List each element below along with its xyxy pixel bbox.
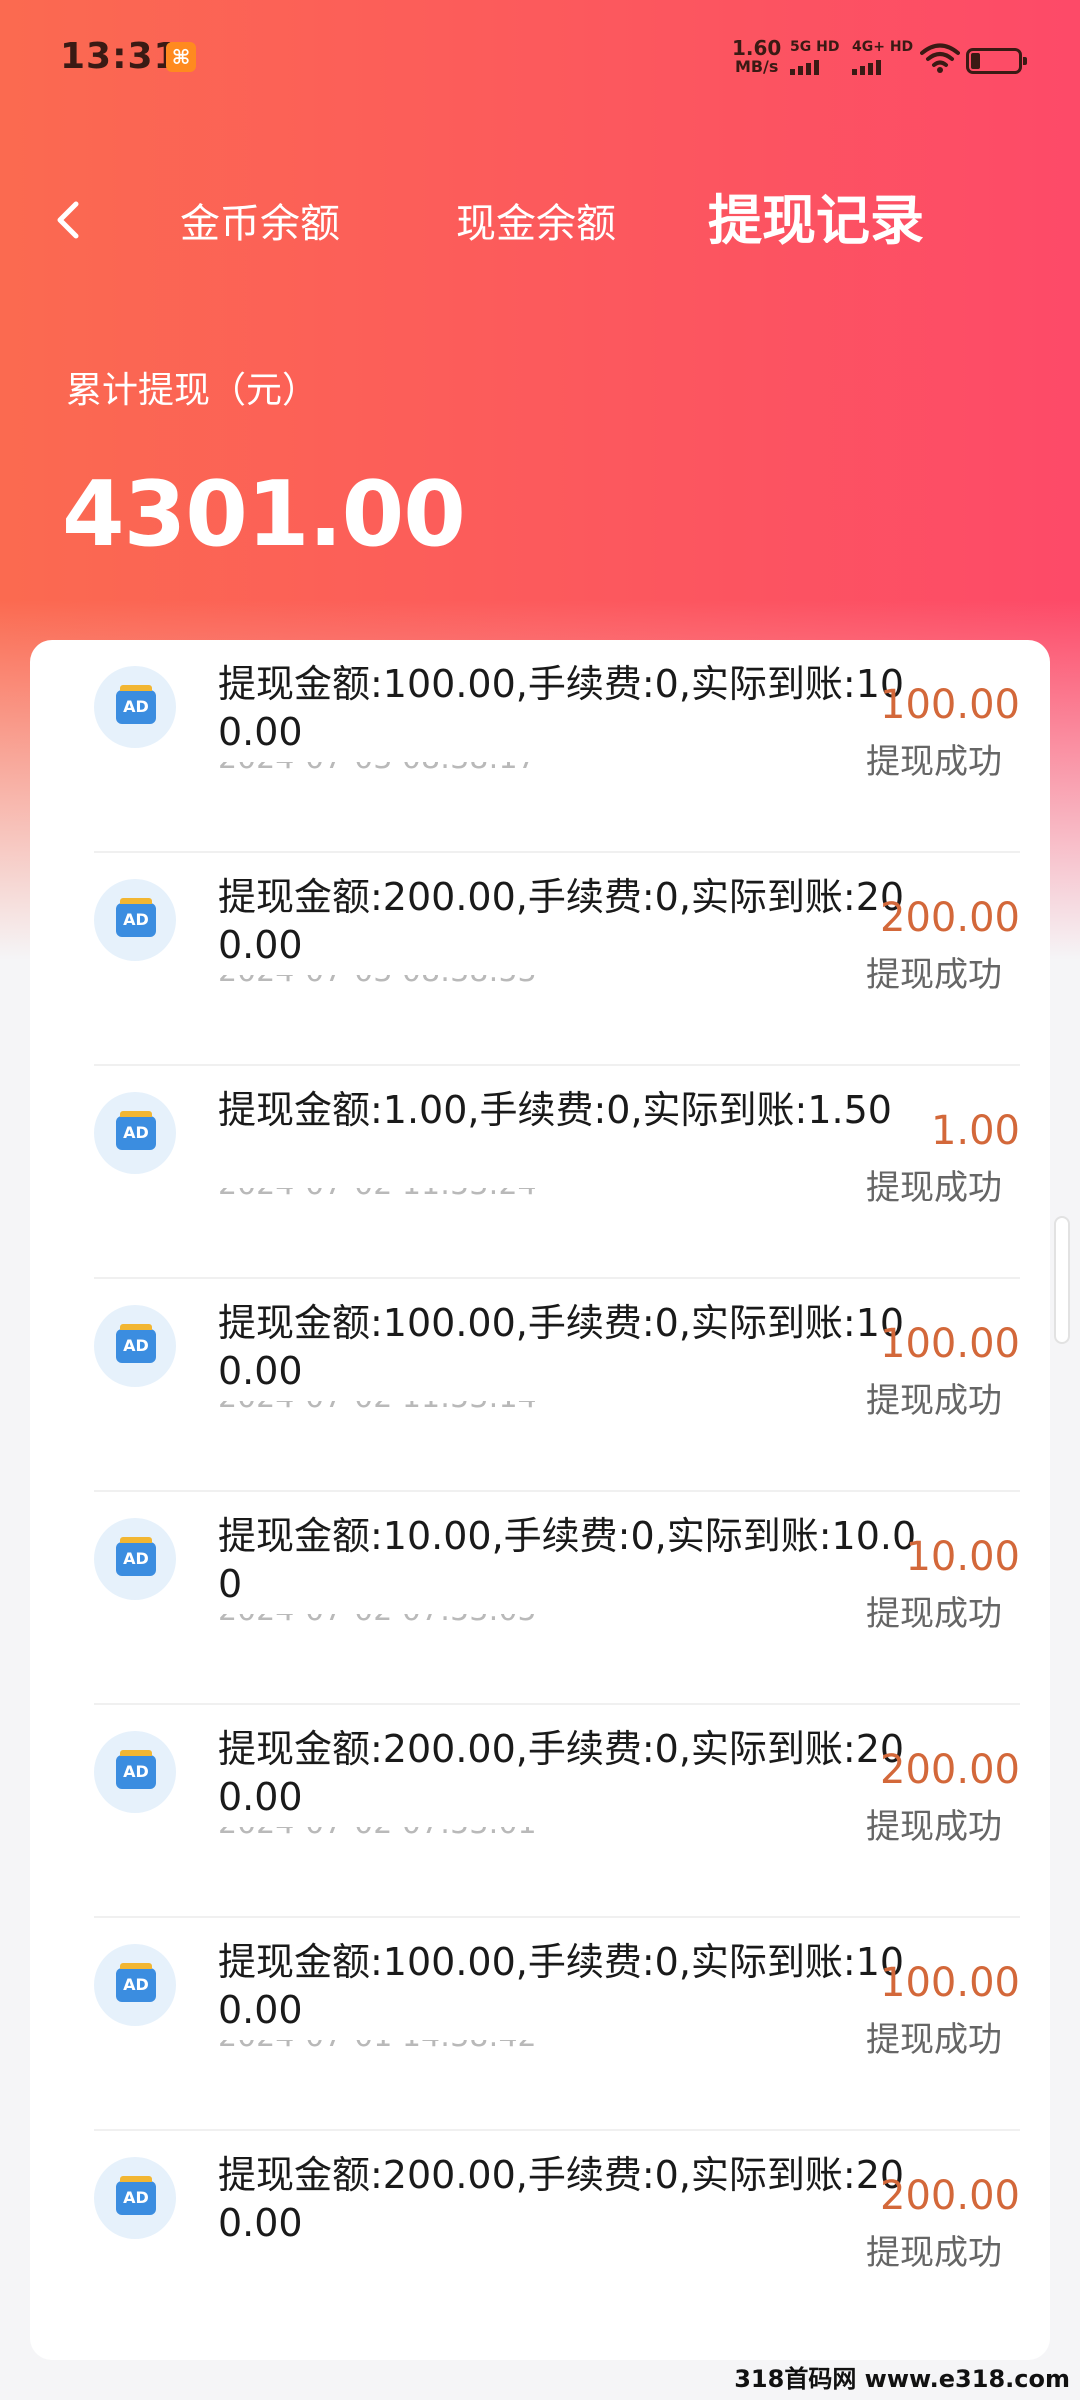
tab-cash-balance[interactable]: 现金余额 <box>456 196 616 252</box>
record-status: 提现成功 <box>866 1381 1002 1421</box>
ad-badge: AD <box>116 898 156 937</box>
record-amount: 10.00 <box>905 1534 1020 1580</box>
record-time-text: 2024-07-02 11:53:24 <box>218 1188 537 1198</box>
network-speed: 1.60 MB/s <box>732 38 781 76</box>
app-notification-icon: ⌘ <box>166 42 196 72</box>
record-time-text: 2024-07-03 08:38:17 <box>218 762 537 772</box>
total-withdrawn-value: 4301.00 <box>62 462 466 567</box>
back-button[interactable] <box>40 190 100 250</box>
ad-icon: AD <box>94 2157 176 2239</box>
record-description: 提现金额:100.00,手续费:0,实际到账:100.00 <box>218 662 905 754</box>
record-description: 提现金额:10.00,手续费:0,实际到账:10.00 <box>218 1514 917 1606</box>
ad-badge: AD <box>116 1111 156 1150</box>
wifi-icon <box>920 43 960 73</box>
record-time: 2024-07-02 07:53:01 <box>218 1827 588 1837</box>
record-amount: 100.00 <box>880 682 1020 728</box>
watermark: 318首码网 www.e318.com <box>734 2365 1070 2393</box>
signal-5g-label: 5G HD <box>790 39 840 55</box>
record-row[interactable]: AD 提现金额:200.00,手续费:0,实际到账:200.00 2024-07-0… <box>94 853 1020 1066</box>
record-time-text: 2024-07-03 08:38:53 <box>218 975 537 985</box>
record-amount: 200.00 <box>880 1747 1020 1793</box>
signal-4g-icon: 4G+ HD <box>852 40 913 75</box>
record-time: 2024-07-02 11:53:14 <box>218 1401 588 1411</box>
status-bar: 13:31 ⌘ 1.60 MB/s 5G HD 4G+ HD <box>0 0 1080 120</box>
record-time: 2024-07-02 07:53:05 <box>218 1614 588 1624</box>
battery-icon <box>966 48 1027 74</box>
record-amount: 200.00 <box>880 895 1020 941</box>
records-list[interactable]: AD 提现金额:100.00,手续费:0,实际到账:100.00 2024-07-0… <box>30 640 1050 2360</box>
record-description: 提现金额:1.00,手续费:0,实际到账:1.50 <box>218 1088 892 1132</box>
record-description: 提现金额:100.00,手续费:0,实际到账:100.00 <box>218 1301 905 1393</box>
record-status: 提现成功 <box>866 2233 1002 2273</box>
record-time-text: 2024-07-01 14:38:42 <box>218 2040 537 2050</box>
signal-5g-icon: 5G HD <box>790 40 839 75</box>
ad-icon: AD <box>94 879 176 961</box>
ad-icon: AD <box>94 1305 176 1387</box>
status-time: 13:31 <box>60 36 180 77</box>
record-row[interactable]: AD 提现金额:200.00,手续费:0,实际到账:200.00 200.00 提现成… <box>94 2131 1020 2344</box>
ad-badge: AD <box>116 685 156 724</box>
record-description: 提现金额:200.00,手续费:0,实际到账:200.00 <box>218 1727 905 1819</box>
record-row[interactable]: AD 提现金额:1.00,手续费:0,实际到账:1.50 2024-07-02 11… <box>94 1066 1020 1279</box>
record-row[interactable]: AD 提现金额:100.00,手续费:0,实际到账:100.00 2024-07-0… <box>94 1279 1020 1492</box>
record-status: 提现成功 <box>866 1594 1002 1634</box>
network-speed-value: 1.60 <box>732 36 782 60</box>
record-row[interactable]: AD 提现金额:200.00,手续费:0,实际到账:200.00 2024-07-0… <box>94 1705 1020 1918</box>
record-status: 提现成功 <box>866 1168 1002 1208</box>
record-time <box>218 2253 588 2263</box>
record-status: 提现成功 <box>866 742 1002 782</box>
record-amount: 100.00 <box>880 1960 1020 2006</box>
scrollbar[interactable] <box>1054 1216 1070 1344</box>
record-time-text: 2024-07-02 07:53:05 <box>218 1614 537 1624</box>
ad-badge: AD <box>116 1963 156 2002</box>
tab-coin-balance[interactable]: 金币余额 <box>180 196 340 252</box>
record-amount: 100.00 <box>880 1321 1020 1367</box>
ad-badge: AD <box>116 2176 156 2215</box>
ad-icon: AD <box>94 1944 176 2026</box>
ad-icon: AD <box>94 666 176 748</box>
record-row[interactable]: AD 提现金额:100.00,手续费:0,实际到账:100.00 2024-07-0… <box>94 640 1020 853</box>
record-time: 2024-07-03 08:38:53 <box>218 975 588 985</box>
signal-4g-label: 4G+ HD <box>852 39 914 55</box>
ad-badge: AD <box>116 1537 156 1576</box>
ad-badge: AD <box>116 1750 156 1789</box>
record-time: 2024-07-03 08:38:17 <box>218 762 588 772</box>
record-description: 提现金额:100.00,手续费:0,实际到账:100.00 <box>218 1940 905 2032</box>
record-amount: 200.00 <box>880 2173 1020 2219</box>
ad-icon: AD <box>94 1518 176 1600</box>
record-status: 提现成功 <box>866 1807 1002 1847</box>
record-status: 提现成功 <box>866 955 1002 995</box>
withdrawal-records-page: 13:31 ⌘ 1.60 MB/s 5G HD 4G+ HD 金币余额 现金余额… <box>0 0 1080 2400</box>
tab-withdrawal-records[interactable]: 提现记录 <box>708 186 924 256</box>
record-time-text: 2024-07-02 07:53:01 <box>218 1827 537 1837</box>
record-row[interactable]: AD 提现金额:100.00,手续费:0,实际到账:100.00 2024-07-0… <box>94 1918 1020 2131</box>
network-speed-unit: MB/s <box>734 57 779 76</box>
record-time: 2024-07-01 14:38:42 <box>218 2040 588 2050</box>
record-description: 提现金额:200.00,手续费:0,实际到账:200.00 <box>218 2153 905 2245</box>
ad-icon: AD <box>94 1731 176 1813</box>
ad-icon: AD <box>94 1092 176 1174</box>
record-time: 2024-07-02 11:53:24 <box>218 1188 588 1198</box>
total-withdrawn-label: 累计提现（元） <box>66 370 319 411</box>
record-row[interactable]: AD 提现金额:10.00,手续费:0,实际到账:10.00 2024-07-02 … <box>94 1492 1020 1705</box>
record-description: 提现金额:200.00,手续费:0,实际到账:200.00 <box>218 875 905 967</box>
ad-badge: AD <box>116 1324 156 1363</box>
record-time-text: 2024-07-02 11:53:14 <box>218 1401 537 1411</box>
record-amount: 1.00 <box>930 1108 1020 1154</box>
record-status: 提现成功 <box>866 2020 1002 2060</box>
